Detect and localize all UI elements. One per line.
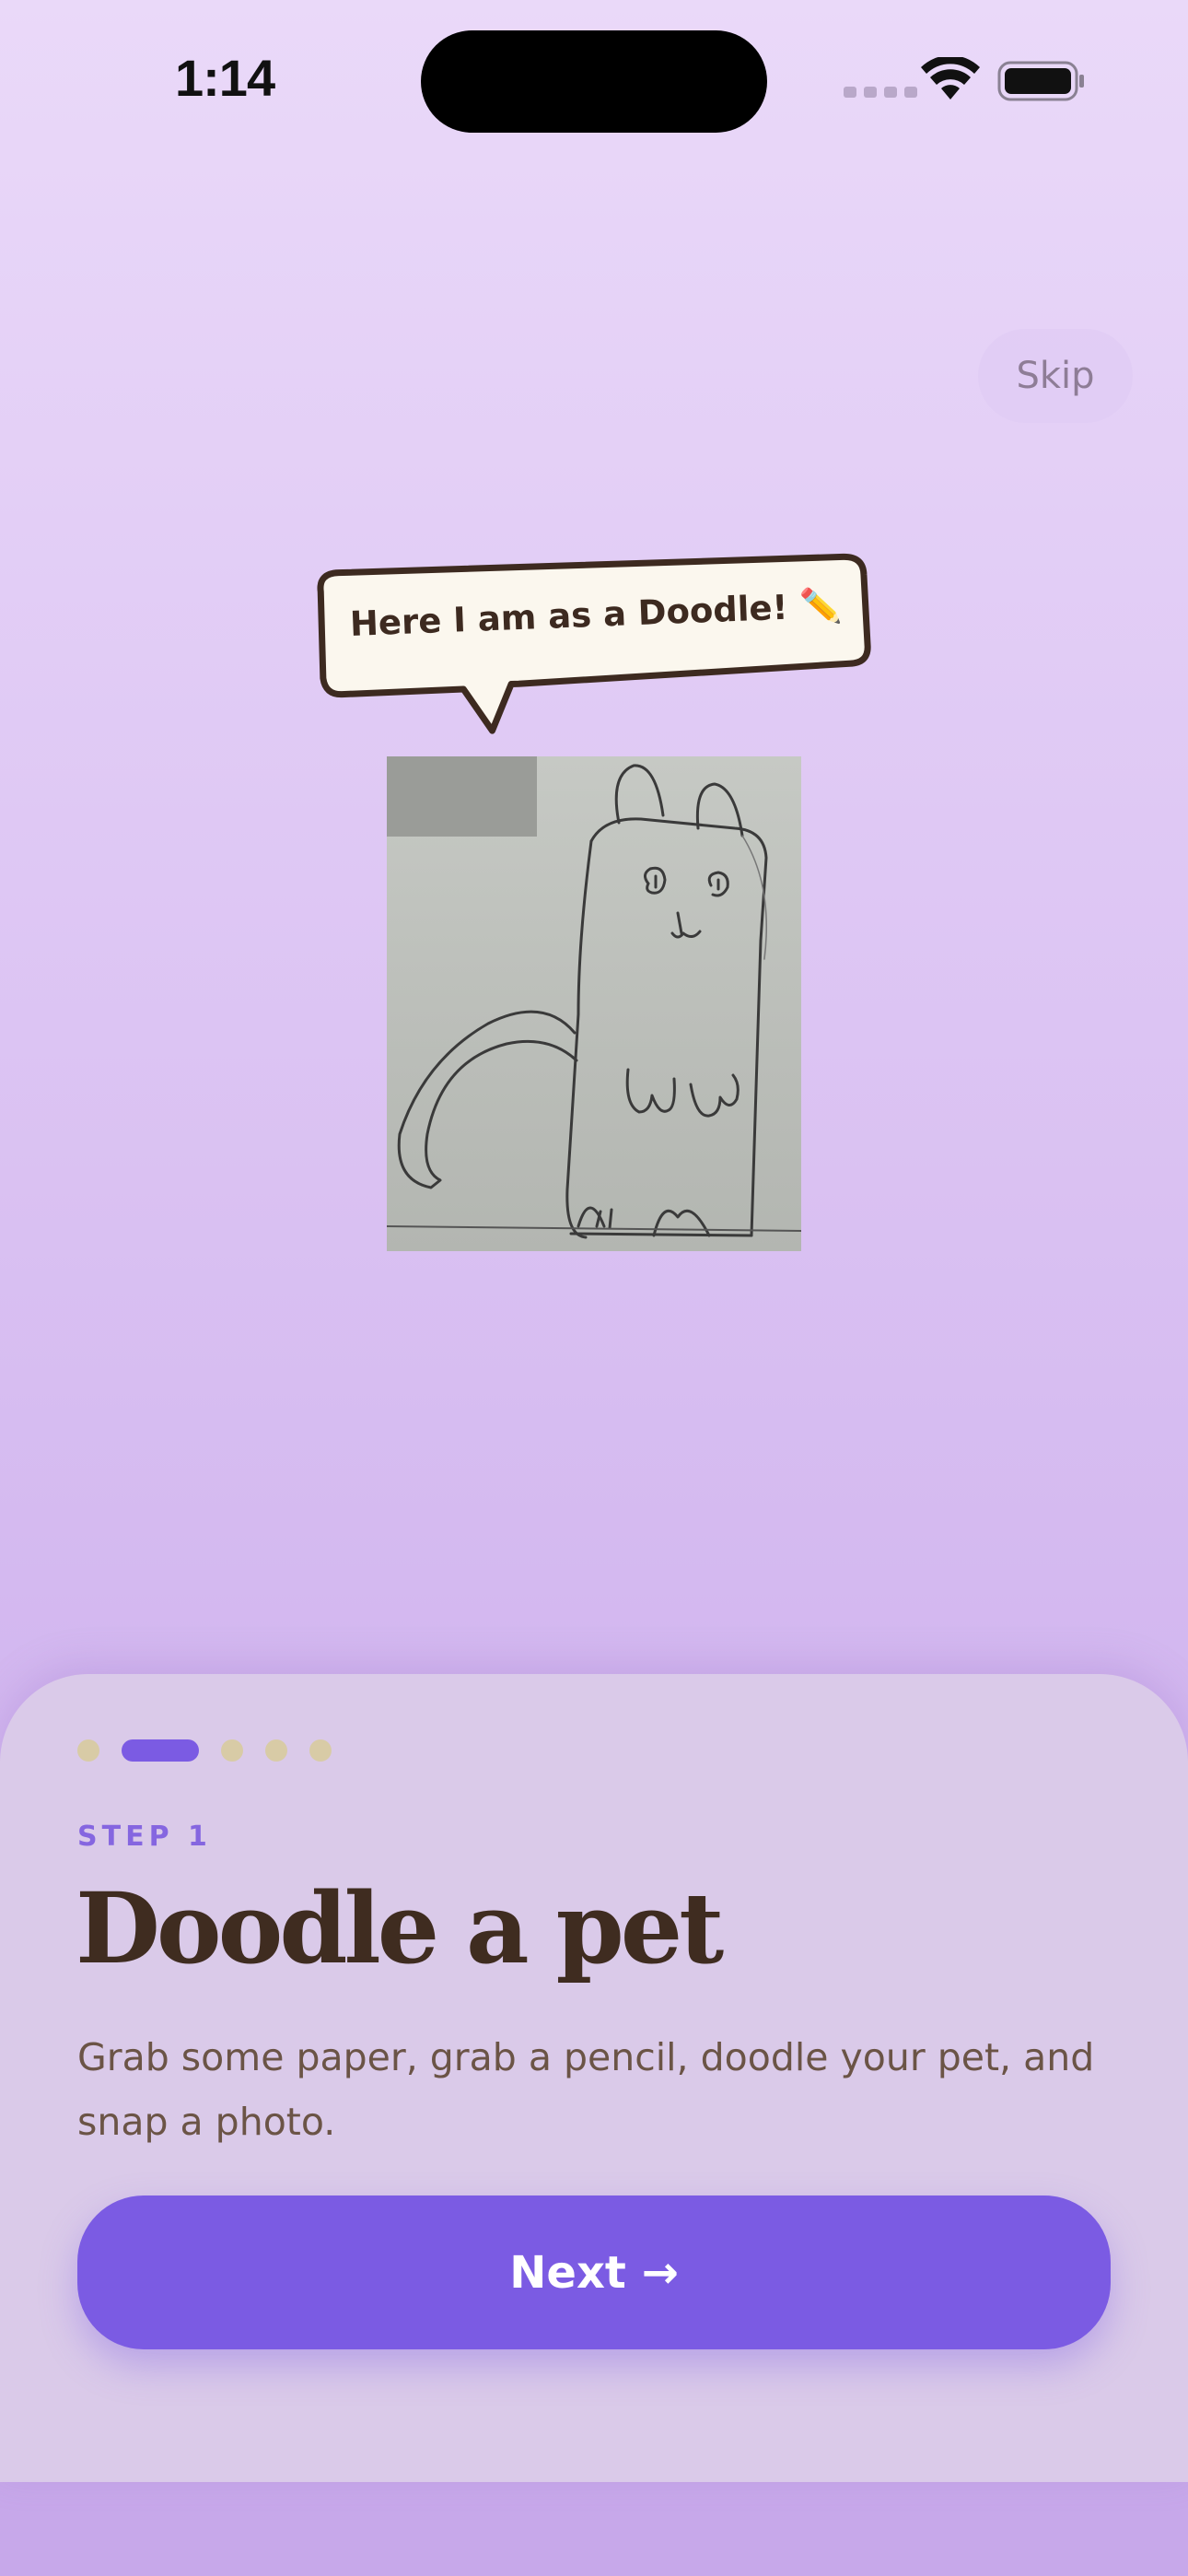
bottom-strip — [0, 2480, 1188, 2576]
page-dot — [265, 1739, 287, 1762]
speech-bubble-shape — [317, 553, 871, 734]
page-dot — [309, 1739, 332, 1762]
step-description: Grab some paper, grab a pencil, doodle y… — [77, 2035, 1095, 2144]
battery-icon — [997, 61, 1084, 101]
step-label: STEP 1 — [77, 1821, 212, 1853]
doodle-photo — [387, 756, 801, 1251]
page-dot — [77, 1739, 99, 1762]
cellular-signal-icon — [844, 87, 917, 98]
skip-button[interactable]: Skip — [978, 329, 1133, 423]
next-button[interactable]: Next → — [77, 2195, 1111, 2349]
page-dot-active — [122, 1739, 199, 1762]
page-dot — [221, 1739, 243, 1762]
page-indicator — [77, 1739, 332, 1762]
speech-bubble: Here I am as a Doodle! ✏️ — [300, 553, 886, 734]
cat-doodle-drawing — [387, 764, 801, 1239]
page-title: Doodle a pet — [76, 1870, 724, 1985]
dynamic-island — [421, 30, 767, 133]
wifi-icon — [921, 57, 980, 100]
status-time: 1:14 — [175, 49, 275, 107]
